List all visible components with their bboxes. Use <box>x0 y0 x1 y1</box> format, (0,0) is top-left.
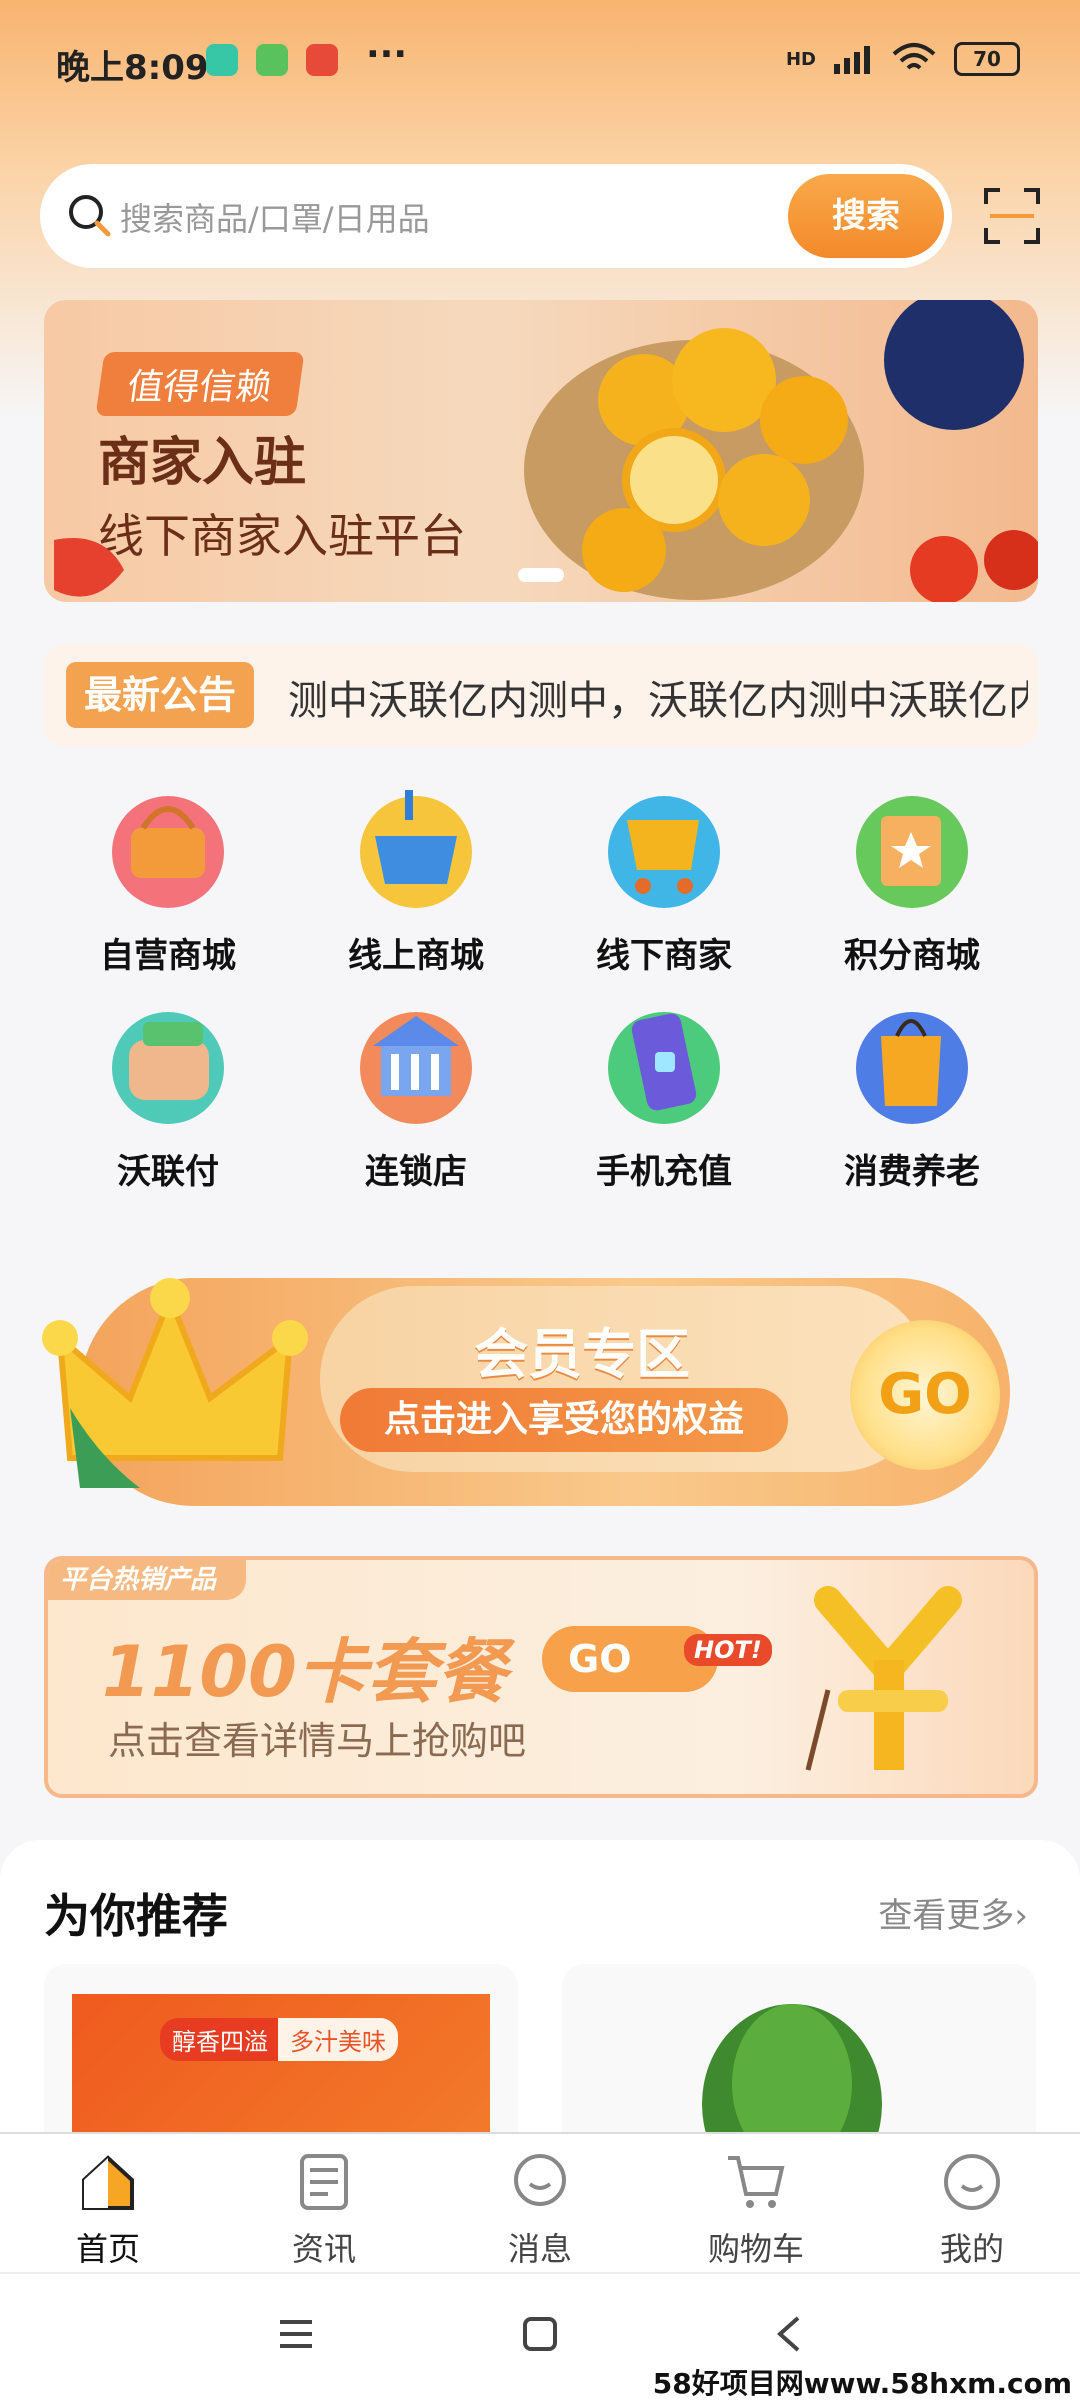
strawberry-image <box>54 538 124 597</box>
grid-label: 线上商城 <box>348 936 484 976</box>
scan-icon[interactable] <box>982 186 1042 246</box>
announcement-text: 测中沃联亿内测中，沃联亿内测中沃联亿内 <box>288 678 1028 724</box>
grid-label: 积分商城 <box>844 936 980 976</box>
recommend-title: 为你推荐 <box>44 1889 228 1943</box>
wallet-icon <box>112 1012 224 1124</box>
banner-pagination-dot <box>518 568 564 582</box>
grid-item-points-mall[interactable]: 积分商城 <box>792 780 1032 977</box>
bottom-tab-bar: 首页 资讯 消息 购物车 我的 <box>0 2132 1080 2274</box>
search-button[interactable]: 搜索 <box>788 174 944 258</box>
fruit-basket-image <box>524 300 1038 602</box>
grid-item-online-mall[interactable]: 线上商城 <box>296 780 536 977</box>
taobao-icon <box>306 44 338 76</box>
grid-label: 自营商城 <box>100 936 236 976</box>
back-icon[interactable] <box>774 2314 804 2354</box>
gift-bag-icon <box>856 796 968 908</box>
member-zone-banner[interactable]: 会员专区 点击进入享受您的权益 GO <box>40 1258 1040 1518</box>
grid-label: 沃联付 <box>117 1152 219 1192</box>
news-icon <box>300 2154 348 2210</box>
recommend-section: 为你推荐 查看更多› 醇香四溢 多汁美味 <box>0 1840 1080 2164</box>
announcement-bar[interactable]: 最新公告 测中沃联亿内测中，沃联亿内测中沃联亿内 <box>44 644 1038 746</box>
banner-tag: 值得信赖 <box>95 352 305 416</box>
product-badge: 多汁美味 <box>278 2018 398 2061</box>
tab-label: 我的 <box>939 2230 1004 2268</box>
tab-label: 购物车 <box>707 2230 804 2268</box>
member-go-button[interactable]: GO <box>850 1320 1000 1470</box>
tab-cart[interactable]: 购物车 <box>696 2150 816 2270</box>
package-title: 1100卡套餐 <box>102 1631 507 1713</box>
grid-item-self-mall[interactable]: 自营商城 <box>48 780 288 977</box>
banner-title: 商家入驻 <box>98 433 307 493</box>
package-go-label: GO <box>568 1637 632 1681</box>
home-square-icon[interactable] <box>522 2316 558 2352</box>
grid-item-chain-store[interactable]: 连锁店 <box>296 996 536 1193</box>
status-bar: 晚上8:09 ··· HD 70 <box>0 0 1080 120</box>
wifi-icon <box>892 43 936 70</box>
grid-item-offline-merchant[interactable]: 线下商家 <box>544 780 784 977</box>
hot-badge: HOT! <box>684 1634 772 1666</box>
message-icon <box>514 2154 566 2206</box>
search-bar[interactable]: 搜索商品/口罩/日用品 搜索 <box>40 164 952 268</box>
home-icon <box>82 2155 134 2210</box>
product-badge: 醇香四溢 <box>160 2018 280 2061</box>
tab-profile[interactable]: 我的 <box>912 2150 1032 2270</box>
cart-icon <box>608 796 720 908</box>
yen-sign-illustration <box>805 1586 962 1771</box>
tab-messages[interactable]: 消息 <box>480 2150 600 2270</box>
tab-label: 首页 <box>75 2230 140 2268</box>
shopping-basket-icon <box>360 790 472 908</box>
grid-label: 手机充值 <box>596 1152 732 1192</box>
status-time: 晚上8:09 <box>56 48 209 88</box>
grid-label: 连锁店 <box>365 1152 467 1192</box>
package-banner[interactable]: 平台热销产品 1100卡套餐 GO HOT! 点击查看详情马上抢购吧 <box>44 1556 1038 1798</box>
watermark-text: 58好项目网www.58hxm.com <box>652 2367 1072 2400</box>
download-icon <box>256 44 288 76</box>
app-notification-icon <box>206 44 238 76</box>
member-title: 会员专区 <box>474 1323 690 1386</box>
profile-icon <box>944 2154 1000 2210</box>
store-building-icon <box>360 1012 472 1124</box>
menu-icon[interactable] <box>278 2318 314 2350</box>
banner-subtitle: 线下商家入驻平台 <box>98 509 466 563</box>
tab-label: 消息 <box>507 2230 572 2268</box>
battery-icon: 70 <box>954 42 1020 76</box>
promo-banner[interactable]: 值得信赖 商家入驻 线下商家入驻平台 <box>44 300 1038 602</box>
basket-icon <box>112 796 224 908</box>
tab-news[interactable]: 资讯 <box>264 2150 384 2270</box>
view-more-link[interactable]: 查看更多› <box>878 1888 1028 1937</box>
hd-indicator: HD <box>785 48 816 70</box>
signal-icon <box>834 46 870 74</box>
phone-icon <box>608 1012 720 1124</box>
grid-item-wolian-pay[interactable]: 沃联付 <box>48 996 288 1193</box>
more-notifications-icon: ··· <box>366 34 408 75</box>
member-enter-button[interactable]: 点击进入享受您的权益 <box>340 1388 788 1452</box>
grid-label: 消费养老 <box>844 1152 980 1192</box>
tab-label: 资讯 <box>291 2230 356 2268</box>
cart-icon <box>728 2156 785 2208</box>
crown-icon <box>42 1278 308 1488</box>
shopping-bag-icon <box>856 1012 968 1124</box>
search-icon <box>69 195 111 237</box>
grid-label: 线下商家 <box>596 936 732 976</box>
tab-home[interactable]: 首页 <box>48 2150 168 2270</box>
grid-item-consumer-pension[interactable]: 消费养老 <box>792 996 1032 1193</box>
search-input[interactable]: 搜索商品/口罩/日用品 <box>120 194 430 240</box>
grid-item-phone-recharge[interactable]: 手机充值 <box>544 996 784 1193</box>
package-subtitle: 点击查看详情马上抢购吧 <box>108 1719 527 1763</box>
hot-product-tag: 平台热销产品 <box>48 1560 247 1600</box>
announcement-label: 最新公告 <box>66 662 255 728</box>
